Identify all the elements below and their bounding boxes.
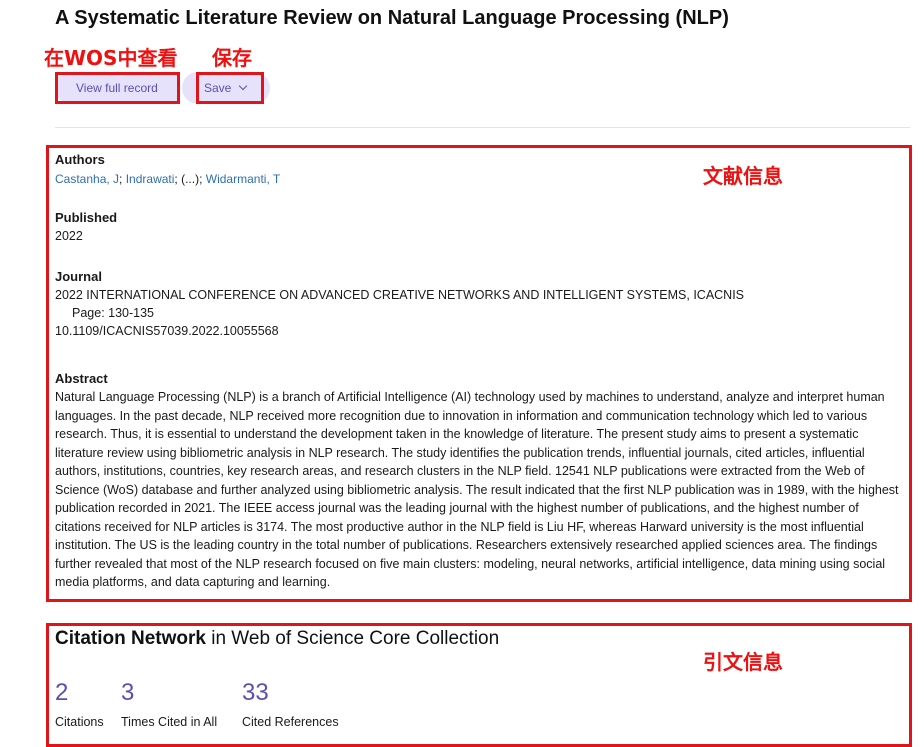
annotation-view-in-wos: 在WOS中查看 <box>44 46 178 70</box>
abstract-text: Natural Language Processing (NLP) is a b… <box>55 390 899 589</box>
author-link[interactable]: Indrawati <box>126 172 175 186</box>
journal-pages: Page: 130-135 <box>72 306 155 320</box>
divider <box>55 127 910 128</box>
published-label: Published <box>55 210 118 225</box>
authors-list: Castanha, J; Indrawati; (...); Widarmant… <box>55 172 280 186</box>
citation-network-title-bold: Citation Network <box>55 628 206 649</box>
citation-network-title: Citation Network in Web of Science Core … <box>55 628 499 650</box>
annotation-save: 保存 <box>212 46 252 70</box>
author-link[interactable]: Widarmanti, T <box>206 172 280 186</box>
save-label: Save <box>204 81 232 95</box>
annotation-citation-info: 引文信息 <box>703 650 783 674</box>
cited-references-label: Cited References <box>242 715 339 729</box>
journal-label: Journal <box>55 269 102 284</box>
times-cited-count[interactable]: 3 <box>121 679 134 707</box>
cited-references-count[interactable]: 33 <box>242 679 269 707</box>
author-link[interactable]: Castanha, J <box>55 172 119 186</box>
times-cited-label: Times Cited in All <box>121 715 218 729</box>
citations-label: Citations <box>55 715 104 729</box>
author-ellipsis: (...) <box>181 172 200 186</box>
authors-label: Authors <box>55 152 105 167</box>
published-value: 2022 <box>55 229 83 243</box>
page-title: A Systematic Literature Review on Natura… <box>55 7 729 29</box>
citations-count[interactable]: 2 <box>55 679 68 707</box>
journal-doi: 10.1109/ICACNIS57039.2022.10055568 <box>55 324 279 338</box>
annotation-literature-info: 文献信息 <box>703 164 783 188</box>
view-full-record-label: View full record <box>76 81 158 95</box>
citation-network-title-rest: in Web of Science Core Collection <box>205 628 500 649</box>
abstract-label: Abstract <box>55 371 108 386</box>
author-separator: ; <box>119 172 126 186</box>
author-separator: ; <box>199 172 206 186</box>
journal-name: 2022 INTERNATIONAL CONFERENCE ON ADVANCE… <box>55 288 745 302</box>
